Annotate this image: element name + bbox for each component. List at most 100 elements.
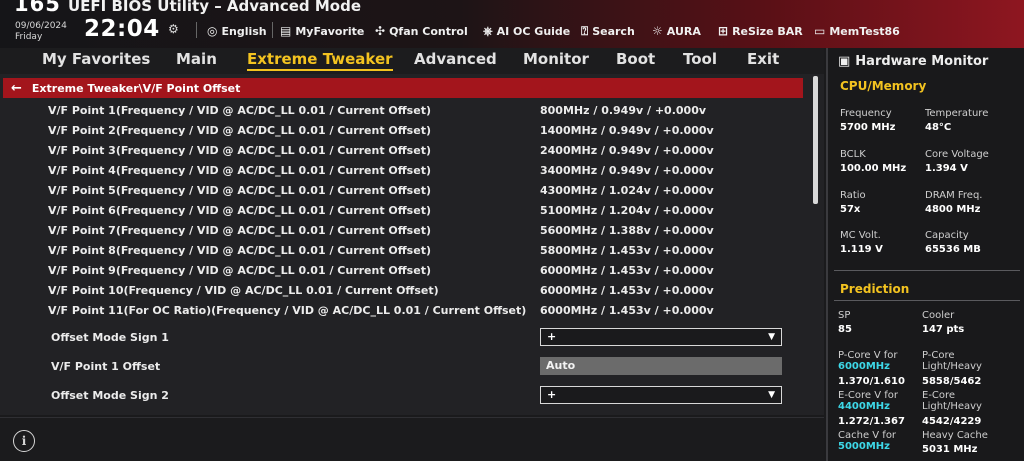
vf-point-value: 1400MHz / 0.949v / +0.000v [540, 124, 714, 137]
ecore-lh-value: 4542/4229 [922, 416, 982, 427]
aura-button[interactable]: ☼ AURA [652, 22, 701, 40]
vf-point-label: V/F Point 6(Frequency / VID @ AC/DC_LL 0… [48, 204, 431, 217]
vf-point-label: V/F Point 9(Frequency / VID @ AC/DC_LL 0… [48, 264, 431, 277]
ai-oc-guide-button[interactable]: ⎈ AI OC Guide [483, 22, 570, 40]
vf-point-value: 5100MHz / 1.204v / +0.000v [540, 204, 714, 217]
offset-mode-sign-1-value: + [547, 330, 557, 343]
cooler-value: 147 pts [922, 324, 965, 335]
ecore-freq: 4400MHz [838, 401, 890, 412]
resize-bar-button[interactable]: ⊞ ReSize BAR [718, 22, 803, 40]
cpu-memory-section-title: CPU/Memory [840, 79, 927, 93]
vf-point-row[interactable]: V/F Point 11(For OC Ratio)(Frequency / V… [48, 304, 768, 322]
memtest-button[interactable]: ▭ MemTest86 [814, 22, 900, 40]
dram-freq-value: 4800 MHz [925, 204, 981, 215]
tab-monitor[interactable]: Monitor [523, 50, 589, 68]
qfan-control-label: Qfan Control [389, 24, 468, 38]
vf-point-row[interactable]: V/F Point 5(Frequency / VID @ AC/DC_LL 0… [48, 184, 768, 202]
myfavorite-button[interactable]: ▤ MyFavorite [280, 22, 364, 40]
memtest-icon: ▭ [814, 24, 826, 38]
tab-my-favorites[interactable]: My Favorites [42, 50, 150, 68]
ratio-label: Ratio [840, 190, 866, 201]
bclk-value: 100.00 MHz [840, 163, 907, 174]
frequency-value: 5700 MHz [840, 122, 896, 133]
search-label: Search [592, 24, 635, 38]
tab-boot[interactable]: Boot [616, 50, 655, 68]
bclk-label: BCLK [840, 149, 866, 160]
memtest-label: MemTest86 [829, 24, 900, 38]
cache-freq: 5000MHz [838, 441, 890, 452]
tab-extreme-tweaker[interactable]: Extreme Tweaker [247, 50, 393, 71]
vf-point-row[interactable]: V/F Point 7(Frequency / VID @ AC/DC_LL 0… [48, 224, 768, 242]
vf-point-row[interactable]: V/F Point 10(Frequency / VID @ AC/DC_LL … [48, 284, 768, 302]
heavy-cache-value: 5031 MHz [922, 444, 978, 455]
pcore-lh-label-2: Light/Heavy [922, 361, 982, 372]
prediction-section-title: Prediction [840, 282, 910, 296]
mc-volt-value: 1.119 V [840, 244, 883, 255]
cooler-label: Cooler [922, 310, 955, 321]
clock-display: 22:04 [84, 16, 160, 42]
vf-point-row[interactable]: V/F Point 4(Frequency / VID @ AC/DC_LL 0… [48, 164, 768, 182]
bottom-info-bar: i [0, 417, 824, 461]
day-display: Friday [15, 32, 43, 42]
pcore-v-label: P-Core V for [838, 350, 898, 361]
qfan-control-button[interactable]: ✣ Qfan Control [375, 22, 468, 40]
dram-freq-label: DRAM Freq. [925, 190, 983, 201]
vf-point-row[interactable]: V/F Point 3(Frequency / VID @ AC/DC_LL 0… [48, 144, 768, 162]
search-button[interactable]: ⍰ Search [581, 22, 635, 40]
search-icon: ⍰ [581, 23, 589, 38]
header-divider [272, 22, 273, 38]
info-icon[interactable]: i [13, 430, 35, 452]
vf-point-row[interactable]: V/F Point 1(Frequency / VID @ AC/DC_LL 0… [48, 104, 768, 122]
back-arrow-icon[interactable]: ← [11, 81, 22, 96]
vf-point-value: 4300MHz / 1.024v / +0.000v [540, 184, 714, 197]
offset-mode-sign-2-select[interactable]: + ▼ [540, 386, 782, 404]
core-voltage-value: 1.394 V [925, 163, 968, 174]
aura-icon: ☼ [652, 24, 663, 38]
gear-icon[interactable]: ⚙ [168, 22, 179, 36]
frequency-label: Frequency [840, 108, 892, 119]
vf-point-row[interactable]: V/F Point 9(Frequency / VID @ AC/DC_LL 0… [48, 264, 768, 282]
tab-tool[interactable]: Tool [683, 50, 717, 68]
mc-volt-label: MC Volt. [840, 230, 881, 241]
chevron-down-icon: ▼ [768, 332, 775, 342]
resize-bar-label: ReSize BAR [732, 24, 803, 38]
offset-mode-sign-1-label: Offset Mode Sign 1 [51, 331, 169, 344]
main-nav: My Favorites Main Extreme Tweaker Advanc… [0, 48, 824, 74]
language-button[interactable]: ◎ English [207, 22, 267, 40]
capacity-label: Capacity [925, 230, 969, 241]
tab-main[interactable]: Main [176, 50, 217, 68]
core-voltage-label: Core Voltage [925, 149, 989, 160]
cache-v-label: Cache V for [838, 430, 897, 441]
myfavorite-label: MyFavorite [295, 24, 365, 38]
tab-advanced[interactable]: Advanced [414, 50, 497, 68]
vf-point-1-offset-input[interactable]: Auto [540, 357, 782, 375]
vf-point-row[interactable]: V/F Point 6(Frequency / VID @ AC/DC_LL 0… [48, 204, 768, 222]
tab-exit[interactable]: Exit [747, 50, 779, 68]
heavy-cache-label: Heavy Cache [922, 430, 988, 441]
vf-point-value: 800MHz / 0.949v / +0.000v [540, 104, 707, 117]
language-label: English [221, 24, 267, 38]
vf-point-value: 3400MHz / 0.949v / +0.000v [540, 164, 714, 177]
ratio-value: 57x [840, 204, 861, 215]
pcore-lh-value: 5858/5462 [922, 376, 982, 387]
logo-text: 165 [14, 0, 61, 16]
favorite-icon: ▤ [280, 24, 292, 38]
hw-divider [834, 300, 1020, 301]
vf-point-row[interactable]: V/F Point 2(Frequency / VID @ AC/DC_LL 0… [48, 124, 768, 142]
vf-point-value: 6000MHz / 1.453v / +0.000v [540, 304, 714, 317]
vf-point-value: 5600MHz / 1.388v / +0.000v [540, 224, 714, 237]
breadcrumb[interactable]: ← Extreme Tweaker\V/F Point Offset [3, 78, 803, 98]
vf-point-1-offset-label: V/F Point 1 Offset [51, 360, 161, 373]
vf-point-label: V/F Point 8(Frequency / VID @ AC/DC_LL 0… [48, 244, 431, 257]
vf-point-value: 2400MHz / 0.949v / +0.000v [540, 144, 714, 157]
scrollbar-thumb[interactable] [813, 76, 818, 204]
sp-value: 85 [838, 324, 852, 335]
hardware-monitor-label: Hardware Monitor [855, 53, 989, 69]
vf-point-row[interactable]: V/F Point 8(Frequency / VID @ AC/DC_LL 0… [48, 244, 768, 262]
vf-point-label: V/F Point 4(Frequency / VID @ AC/DC_LL 0… [48, 164, 431, 177]
chevron-down-icon: ▼ [768, 390, 775, 400]
pcore-freq: 6000MHz [838, 361, 890, 372]
vf-point-value: 5800MHz / 1.453v / +0.000v [540, 244, 714, 257]
offset-mode-sign-1-select[interactable]: + ▼ [540, 328, 782, 346]
resize-bar-icon: ⊞ [718, 24, 729, 38]
